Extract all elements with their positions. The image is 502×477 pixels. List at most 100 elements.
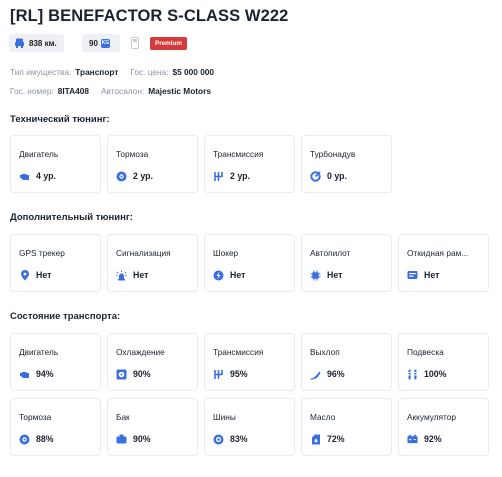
cooling-icon — [116, 369, 127, 380]
turbo-icon — [310, 170, 321, 182]
folding-frame-icon — [407, 270, 418, 281]
tuning-card-1[interactable]: Двигатель 4 ур. — [10, 135, 101, 193]
card-label: Трансмиссия — [213, 149, 264, 159]
tuning-card-3[interactable]: Трансмиссия 95% — [204, 333, 295, 391]
tuning-card-2[interactable]: Охлаждение 90% — [107, 333, 198, 391]
gov-price-value: $5 000 000 — [172, 67, 215, 77]
tires-icon — [213, 434, 224, 445]
card-value-row: 95% — [213, 368, 248, 380]
card-value: Нет — [424, 270, 440, 280]
card-label: Подвеска — [407, 347, 444, 357]
card-value-row: 4 ур. — [19, 170, 56, 182]
card-label: Тормоза — [19, 412, 52, 422]
brakes-icon — [19, 434, 30, 445]
card-value: 88% — [36, 434, 54, 444]
card-label: Автопилот — [310, 248, 351, 258]
info-row-2: Гос. номер: 8ITA408 Автосалон: Majestic Mot… — [10, 86, 211, 96]
card-value: Нет — [230, 270, 246, 280]
card-value: Нет — [133, 270, 149, 280]
card-label: Трансмиссия — [213, 347, 264, 357]
tuning-card-4[interactable]: Турбонадув 0 ур. — [301, 135, 392, 193]
engine-icon — [19, 171, 30, 182]
card-value: 83% — [230, 434, 248, 444]
extra-tuning-cards: GPS трекер Нет Сигнализация Нет Шокер Нет Авто… — [10, 234, 495, 292]
capacity-chip: 90 KG — [82, 34, 120, 52]
speedometer-icon — [15, 38, 24, 48]
card-label: Охлаждение — [116, 347, 165, 357]
card-value-row: 94% — [19, 368, 54, 380]
exhaust-icon — [310, 369, 321, 380]
tuning-card-3[interactable]: Шокер Нет — [204, 234, 295, 292]
oil-icon — [310, 434, 321, 445]
capacity-value: 90 — [89, 38, 98, 48]
card-value-row: 90% — [116, 368, 151, 380]
alarm-icon — [116, 270, 127, 281]
card-value-row: Нет — [213, 269, 245, 281]
card-value: 90% — [133, 434, 151, 444]
card-label: Сигнализация — [116, 248, 171, 258]
card-value: 96% — [327, 369, 345, 379]
mileage-value: 838 км. — [29, 38, 57, 48]
card-value: 94% — [36, 369, 54, 379]
tuning-card-5[interactable]: Подвеска 100% — [398, 333, 489, 391]
card-value: 4 ур. — [36, 171, 56, 181]
mileage-chip: 838 км. — [9, 34, 64, 52]
vehicle-title: [RL] BENEFACTOR S-CLASS W222 — [10, 7, 289, 25]
vehicle-chips: 838 км. 90 KG Premium — [9, 34, 187, 52]
tuning-card-4[interactable]: Масло 72% — [301, 398, 392, 456]
property-type-value: Транспорт — [75, 67, 119, 77]
tuning-card-5[interactable]: Аккумулятор 92% — [398, 398, 489, 456]
extra-tuning-title: Дополнительный тюнинг: — [10, 212, 133, 223]
card-label: Выхлоп — [310, 347, 340, 357]
shocker-icon — [213, 270, 224, 281]
premium-badge: Premium — [150, 36, 187, 50]
tuning-card-2[interactable]: Тормоза 2 ур. — [107, 135, 198, 193]
card-value-row: 2 ур. — [213, 170, 250, 182]
property-type-label: Тип имущества: — [10, 67, 72, 77]
gov-price-label: Гос. цена: — [130, 67, 169, 77]
card-value-row: 2 ур. — [116, 170, 153, 182]
card-value: 0 ур. — [327, 171, 347, 181]
condition-cards-row-1: Двигатель 94% Охлаждение 90% Трансмиссия 95% В… — [10, 333, 495, 391]
card-value: Нет — [36, 270, 52, 280]
card-label: Масло — [310, 412, 336, 422]
tuning-card-4[interactable]: Выхлоп 96% — [301, 333, 392, 391]
condition-cards-row-2: Тормоза 88% Бак 90% Шины 83% Масло 72% Аккумулят… — [10, 398, 495, 456]
tuning-card-1[interactable]: GPS трекер Нет — [10, 234, 101, 292]
info-row-1: Тип имущества: Транспорт Гос. цена: $5 000 … — [10, 67, 214, 77]
gearbox-icon — [213, 171, 224, 182]
card-value: 90% — [133, 369, 151, 379]
card-value-row: 83% — [213, 433, 248, 445]
tuning-card-1[interactable]: Тормоза 88% — [10, 398, 101, 456]
capacity-unit-icon: KG — [100, 38, 110, 48]
tuning-card-4[interactable]: Автопилот Нет — [301, 234, 392, 292]
card-value-row: 90% — [116, 433, 151, 445]
card-label: Откидная рам... — [407, 248, 469, 258]
card-label: Двигатель — [19, 347, 59, 357]
gov-number-label: Гос. номер: — [10, 86, 54, 96]
tuning-card-3[interactable]: Трансмиссия 2 ур. — [204, 135, 295, 193]
card-label: GPS трекер — [19, 248, 65, 258]
tuning-card-2[interactable]: Сигнализация Нет — [107, 234, 198, 292]
card-value-row: 100% — [407, 368, 447, 380]
card-label: Шины — [213, 412, 236, 422]
autopilot-icon — [310, 270, 321, 281]
tech-tuning-cards: Двигатель 4 ур. Тормоза 2 ур. Трансмиссия 2 у… — [10, 135, 398, 193]
dealer-label: Автосалон: — [100, 86, 145, 96]
tuning-card-3[interactable]: Шины 83% — [204, 398, 295, 456]
gov-number-value: 8ITA408 — [57, 86, 89, 96]
card-value: Нет — [327, 270, 343, 280]
battery-icon — [407, 434, 418, 445]
dealer-value: Majestic Motors — [148, 86, 211, 96]
tuning-card-1[interactable]: Двигатель 94% — [10, 333, 101, 391]
brakes-icon — [116, 171, 127, 182]
card-value: 72% — [327, 434, 345, 444]
card-value: 92% — [424, 434, 442, 444]
tuning-card-2[interactable]: Бак 90% — [107, 398, 198, 456]
tuning-card-5[interactable]: Откидная рам... Нет — [398, 234, 489, 292]
card-value-row: Нет — [19, 269, 51, 281]
card-label: Турбонадув — [310, 149, 356, 159]
card-label: Бак — [116, 412, 130, 422]
card-value-row: Нет — [310, 269, 342, 281]
card-value-row: 92% — [407, 433, 442, 445]
